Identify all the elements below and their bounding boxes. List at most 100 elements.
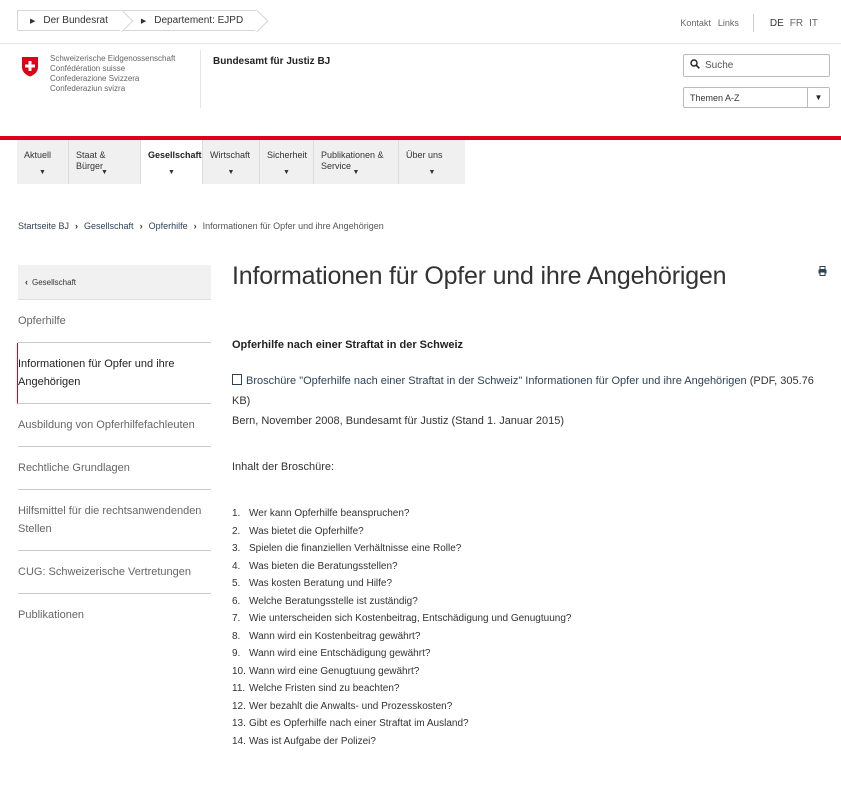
list-item-text: Wann wird eine Genugtuung gewährt? xyxy=(249,665,420,677)
list-item-text: Wer kann Opferhilfe beanspruchen? xyxy=(249,508,410,519)
list-item-text: Wann wird ein Kostenbeitrag gewährt? xyxy=(249,630,421,642)
document-download: Broschüre "Opferhilfe nach einer Strafta… xyxy=(232,371,827,411)
search-placeholder: Suche xyxy=(705,60,734,71)
section-heading: Opferhilfe nach einer Straftat in der Sc… xyxy=(232,339,464,351)
publication-info: Bern, November 2008, Bundesamt für Justi… xyxy=(232,415,565,427)
triangle-right-icon: ▶ xyxy=(140,17,147,25)
list-item-text: Was kosten Beratung und Hilfe? xyxy=(249,578,393,589)
sidebar-back-label: Gesellschaft xyxy=(32,277,77,287)
list-item-text: Gibt es Opferhilfe nach einer Straftat i… xyxy=(249,718,469,729)
divider xyxy=(752,14,754,32)
sidebar-item-ausbildung[interactable]: Ausbildung von Opferhilfefachleuten xyxy=(18,404,211,447)
breadcrumb-opferhilfe[interactable]: Opferhilfe xyxy=(149,221,188,231)
main-nav-bar: Aktuell ▼ Staat & Bürger ▼ Gesellschaft … xyxy=(17,140,465,184)
crumb-bundesrat[interactable]: ▶ Der Bundesrat xyxy=(17,10,122,31)
contents-list: 1. Wer kann Opferhilfe beanspruchen? 2. Wa… xyxy=(232,505,571,750)
list-item: 12. Wer bezahlt die Anwalts- und Prozessk… xyxy=(232,700,453,712)
list-item: 13. Gibt es Opferhilfe nach einer Strafta… xyxy=(232,718,469,729)
chevron-left-icon: ‹ xyxy=(25,277,28,287)
chevron-down-icon: ▼ xyxy=(283,169,290,176)
crumb-bundesrat-label: Der Bundesrat xyxy=(43,15,108,26)
print-icon[interactable] xyxy=(818,266,827,276)
site-header: Schweizerische Eidgenossenschaft Confédé… xyxy=(0,44,841,140)
list-item: 9. Wann wird eine Entschädigung gewährt? xyxy=(232,648,431,659)
office-name[interactable]: Bundesamt für Justiz BJ xyxy=(213,56,330,67)
breadcrumb-current: Informationen für Opfer und ihre Angehör… xyxy=(202,221,384,231)
list-item: 5. Was kosten Beratung und Hilfe? xyxy=(232,578,393,589)
kontakt-link[interactable]: Kontakt xyxy=(680,18,711,28)
nav-aktuell[interactable]: Aktuell ▼ xyxy=(17,140,69,184)
contents-heading: Inhalt der Broschüre: xyxy=(232,461,335,473)
sidebar-item-opferhilfe[interactable]: Opferhilfe xyxy=(18,300,211,343)
chevron-down-icon: ▼ xyxy=(39,169,46,176)
list-item-text: Wer bezahlt die Anwalts- und Prozesskost… xyxy=(249,700,453,712)
list-item: 2. Was bietet die Opferhilfe? xyxy=(232,525,364,537)
list-item: 1. Wer kann Opferhilfe beanspruchen? xyxy=(232,508,410,519)
list-item-text: Wie unterscheiden sich Kostenbeitrag, En… xyxy=(249,613,572,624)
list-item: 8. Wann wird ein Kostenbeitrag gewährt? xyxy=(232,630,421,642)
org-line: Confederazione Svizzera xyxy=(50,74,140,83)
breadcrumb-startseite[interactable]: Startseite BJ xyxy=(18,221,69,231)
chevron-down-icon: ▼ xyxy=(227,169,235,176)
list-item-text: Spielen die finanziellen Verhältnisse ei… xyxy=(249,543,462,554)
lang-fr[interactable]: FR xyxy=(790,18,803,29)
page-title: Informationen für Opfer und ihre Angehör… xyxy=(232,262,727,290)
nav-publikationen-service[interactable]: Publikationen & Service ▼ xyxy=(314,140,399,184)
divider xyxy=(200,50,201,108)
list-item: 4. Was bieten die Beratungsstellen? xyxy=(232,560,398,572)
themen-select[interactable]: Themen A-Z ▼ xyxy=(683,87,830,108)
top-links: Kontakt Links DE FR IT xyxy=(673,14,818,32)
sidebar-item-cug[interactable]: CUG: Schweizerische Vertretungen xyxy=(18,551,211,594)
sidebar-item-rechtliche-grundlagen[interactable]: Rechtliche Grundlagen xyxy=(18,447,211,490)
search-input[interactable]: Suche xyxy=(683,54,830,77)
chevron-down-icon: ▼ xyxy=(807,88,829,107)
breadcrumb-gesellschaft[interactable]: Gesellschaft xyxy=(84,221,134,231)
triangle-right-icon: ▶ xyxy=(30,17,36,25)
org-line: Confederaziun svizra xyxy=(50,84,126,93)
nav-label: Aktuell xyxy=(24,150,52,160)
list-item: 10. Wann wird eine Genugtuung gewährt? xyxy=(232,665,420,677)
swiss-coat-of-arms-icon[interactable] xyxy=(21,56,39,77)
links-link[interactable]: Links xyxy=(718,18,739,28)
list-item-text: Was bieten die Beratungsstellen? xyxy=(249,560,398,572)
themen-label: Themen A-Z xyxy=(690,92,740,103)
breadcrumb: Startseite BJ › Gesellschaft › Opferhilf… xyxy=(18,221,384,231)
chevron-down-icon: ▼ xyxy=(428,169,436,176)
confederation-name: Schweizerische Eidgenossenschaft Confédé… xyxy=(50,54,200,94)
nav-staat-buerger[interactable]: Staat & Bürger ▼ xyxy=(69,140,141,184)
nav-label: Über uns xyxy=(406,150,443,160)
list-item: 3. Spielen die finanziellen Verhältnisse … xyxy=(232,543,462,554)
list-item-text: Wann wird eine Entschädigung gewährt? xyxy=(249,648,431,659)
top-bar: ▶ Der Bundesrat ▶ Departement: EJPD Kont… xyxy=(0,0,841,44)
sidebar: ‹ Gesellschaft Opferhilfe Informationen … xyxy=(17,265,211,636)
list-item: 14. Was ist Aufgabe der Polizei? xyxy=(232,735,376,747)
chevron-right-icon: › xyxy=(139,221,143,231)
chevron-right-icon: › xyxy=(75,221,79,231)
brochure-link[interactable]: Broschüre "Opferhilfe nach einer Strafta… xyxy=(246,375,747,387)
sidebar-back-button[interactable]: ‹ Gesellschaft xyxy=(18,265,211,300)
nav-label: Sicherheit xyxy=(267,150,308,160)
chevron-down-icon: ▼ xyxy=(101,169,108,176)
chevron-down-icon: ▼ xyxy=(352,169,360,176)
nav-gesellschaft[interactable]: Gesellschaft ▼ xyxy=(141,140,203,184)
org-line: Confédération suisse xyxy=(50,64,126,73)
org-line: Schweizerische Eidgenossenschaft xyxy=(50,54,176,63)
nav-label: Gesellschaft xyxy=(148,150,202,160)
sidebar-item-publikationen[interactable]: Publikationen xyxy=(18,594,211,636)
lang-it[interactable]: IT xyxy=(809,18,818,29)
nav-sicherheit[interactable]: Sicherheit ▼ xyxy=(260,140,314,184)
nav-wirtschaft[interactable]: Wirtschaft ▼ xyxy=(203,140,260,184)
list-item-text: Was ist Aufgabe der Polizei? xyxy=(249,735,376,747)
sidebar-item-informationen[interactable]: Informationen für Opfer und ihre Angehör… xyxy=(17,343,211,404)
main-content: Informationen für Opfer und ihre Angehör… xyxy=(232,262,827,291)
crumb-departement[interactable]: ▶ Departement: EJPD xyxy=(121,10,258,31)
lang-de[interactable]: DE xyxy=(770,18,784,29)
nav-ueber-uns[interactable]: Über uns ▼ xyxy=(399,140,465,184)
chevron-right-icon: › xyxy=(193,221,197,231)
search-icon xyxy=(690,59,700,72)
list-item: 11. Welche Fristen sind zu beachten? xyxy=(232,683,400,694)
sidebar-item-hilfsmittel[interactable]: Hilfsmittel für die rechtsanwendenden St… xyxy=(18,490,211,551)
federal-breadcrumb: ▶ Der Bundesrat ▶ Departement: EJPD xyxy=(17,10,258,31)
list-item-text: Welche Beratungsstelle ist zuständig? xyxy=(249,595,418,607)
nav-label: Wirtschaft xyxy=(210,150,251,160)
